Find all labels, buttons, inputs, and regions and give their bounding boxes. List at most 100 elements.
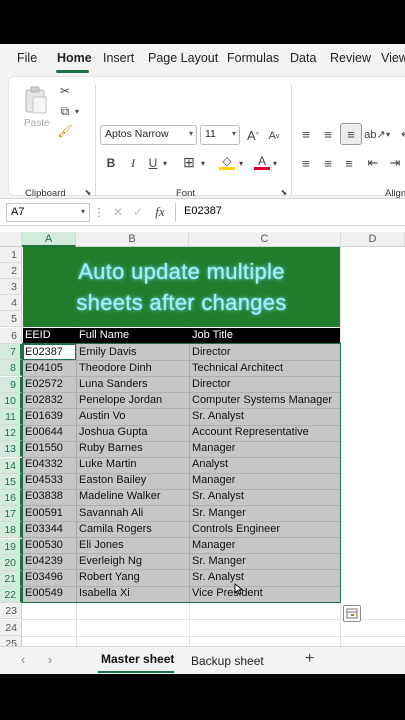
copy-dropdown-icon[interactable]: ▾ (73, 104, 81, 118)
cell-full-name[interactable]: Luna Sanders (79, 378, 148, 390)
row-header-17[interactable]: 17 (0, 506, 22, 523)
quick-analysis-icon[interactable] (343, 605, 361, 622)
tab-data[interactable]: Data (290, 51, 316, 65)
cell-full-name[interactable]: Madeline Walker (79, 490, 161, 502)
more-options-icon[interactable]: ⋮ (94, 205, 105, 219)
column-header-c[interactable]: C (189, 232, 341, 247)
prev-sheet-icon[interactable]: ‹ (21, 652, 25, 667)
wrap-text-icon[interactable]: ↵ (397, 125, 405, 143)
cell-full-name[interactable]: Penelope Jordan (79, 394, 162, 406)
cell-eeid[interactable]: E00549 (25, 587, 63, 599)
font-color-button[interactable]: A (254, 154, 270, 170)
cell-job-title[interactable]: Analyst (192, 458, 228, 470)
cell-eeid[interactable]: E02572 (25, 378, 63, 390)
cell-job-title[interactable]: Sr. Manger (192, 507, 246, 519)
cell-eeid[interactable]: E03838 (25, 490, 63, 502)
row-header-5[interactable]: 5 (0, 311, 22, 327)
cell-job-title[interactable]: Computer Systems Manager (192, 394, 332, 406)
tab-page-layout[interactable]: Page Layout (148, 51, 218, 65)
row-header-14[interactable]: 14 (0, 457, 22, 474)
cell-eeid[interactable]: E02832 (25, 394, 63, 406)
italic-button[interactable]: I (125, 155, 141, 171)
cell-job-title[interactable]: Controls Engineer (192, 523, 280, 535)
row-header-10[interactable]: 10 (0, 392, 22, 409)
cell-eeid[interactable]: E00644 (25, 426, 63, 438)
cell-full-name[interactable]: Theodore Dinh (79, 362, 152, 374)
column-header-d[interactable]: D (341, 232, 405, 247)
align-bottom-icon[interactable]: ≡ (340, 123, 362, 145)
chevron-down-icon[interactable]: ▾ (161, 156, 169, 170)
align-center-icon[interactable]: ≡ (319, 154, 337, 172)
cell-full-name[interactable]: Camila Rogers (79, 523, 152, 535)
row-header-2[interactable]: 2 (0, 263, 22, 279)
cell-eeid[interactable]: E04533 (25, 474, 63, 486)
cancel-entry-icon[interactable]: ✕ (111, 204, 125, 220)
cut-icon[interactable]: ✂ (57, 83, 73, 99)
align-left-icon[interactable]: ≡ (297, 154, 315, 172)
tab-home[interactable]: Home (57, 51, 92, 65)
tab-file[interactable]: File (17, 51, 37, 65)
chevron-down-icon[interactable]: ▾ (271, 156, 279, 170)
next-sheet-icon[interactable]: › (48, 652, 52, 667)
chevron-down-icon[interactable]: ▾ (199, 156, 207, 170)
cell-full-name[interactable]: Joshua Gupta (79, 426, 148, 438)
row-header-3[interactable]: 3 (0, 279, 22, 295)
bold-button[interactable]: B (103, 155, 119, 171)
font-size-dropdown[interactable]: 11 ▾ (200, 125, 240, 145)
row-header-20[interactable]: 20 (0, 554, 22, 571)
paste-button[interactable]: Paste (21, 83, 51, 135)
tab-review[interactable]: Review (330, 51, 371, 65)
cell-job-title[interactable]: Director (192, 378, 231, 390)
tab-formulas[interactable]: Formulas (227, 51, 279, 65)
chevron-down-icon[interactable]: ▾ (384, 127, 392, 141)
cell-eeid[interactable]: E00591 (25, 507, 63, 519)
cell-eeid[interactable]: E03496 (25, 571, 63, 583)
orientation-icon[interactable]: ab↗ (364, 125, 385, 143)
align-middle-icon[interactable]: ≡ (319, 125, 337, 143)
sheet-tab-master[interactable]: Master sheet (101, 652, 174, 666)
cell-eeid[interactable]: E03344 (25, 523, 63, 535)
row-header-13[interactable]: 13 (0, 441, 22, 458)
cell-full-name[interactable]: Savannah Ali (79, 507, 143, 519)
align-top-icon[interactable]: ≡ (297, 125, 315, 143)
cell-full-name[interactable]: Everleigh Ng (79, 555, 142, 567)
cell-eeid[interactable]: E00530 (25, 539, 63, 551)
cell-full-name[interactable]: Austin Vo (79, 410, 125, 422)
format-painter-icon[interactable]: 🖌 (57, 123, 73, 139)
row-header-15[interactable]: 15 (0, 473, 22, 490)
cell-job-title[interactable]: Technical Architect (192, 362, 283, 374)
row-header-6[interactable]: 6 (0, 328, 22, 344)
row-header-7[interactable]: 7 (0, 344, 22, 361)
chevron-down-icon[interactable]: ▾ (237, 156, 245, 170)
cell-eeid[interactable]: E04239 (25, 555, 63, 567)
cell-full-name[interactable]: Isabella Xi (79, 587, 130, 599)
name-box[interactable]: A7 ▾ (6, 203, 90, 222)
underline-button[interactable]: U (145, 155, 161, 171)
cell-job-title[interactable]: Manager (192, 539, 235, 551)
cell-job-title[interactable]: Sr. Analyst (192, 490, 244, 502)
header-eeid[interactable]: EEID (25, 329, 51, 341)
sheet-tab-backup[interactable]: Backup sheet (191, 654, 264, 668)
cell-full-name[interactable]: Easton Bailey (79, 474, 146, 486)
cell-job-title[interactable]: Manager (192, 442, 235, 454)
corner-select-all[interactable] (0, 232, 22, 247)
row-header-8[interactable]: 8 (0, 360, 22, 377)
cell-eeid[interactable]: E01639 (25, 410, 63, 422)
row-header-12[interactable]: 12 (0, 425, 22, 442)
row-header-11[interactable]: 11 (0, 409, 22, 425)
grow-font-button[interactable]: A ^ (244, 126, 262, 144)
row-header-1[interactable]: 1 (0, 247, 22, 263)
title-banner[interactable]: Auto update multiple sheets after change… (23, 247, 340, 327)
cell-job-title[interactable]: Account Representative (192, 426, 309, 438)
row-header-16[interactable]: 16 (0, 490, 22, 506)
column-header-b[interactable]: B (76, 232, 189, 247)
row-header-24[interactable]: 24 (0, 619, 22, 636)
add-sheet-button[interactable]: + (305, 650, 314, 668)
confirm-entry-icon[interactable]: ✓ (131, 204, 145, 220)
header-full-name[interactable]: Full Name (79, 329, 129, 341)
formula-input[interactable]: E02387 (175, 203, 405, 222)
insert-function-icon[interactable]: fx (151, 204, 169, 220)
align-right-icon[interactable]: ≡ (340, 154, 358, 172)
cell-job-title[interactable]: Vice President (192, 587, 263, 599)
cell-full-name[interactable]: Luke Martin (79, 458, 136, 470)
